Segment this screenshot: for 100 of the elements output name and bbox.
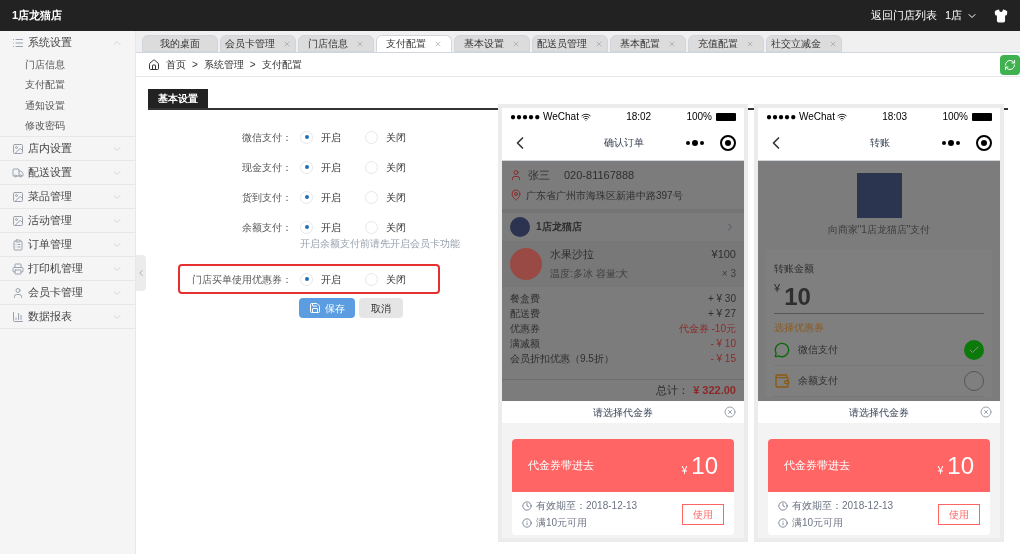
- currency-sign: ¥: [681, 463, 688, 478]
- refresh-button[interactable]: [1000, 54, 1020, 75]
- more-icon[interactable]: [686, 139, 704, 146]
- sheet-title: 请选择代金券: [593, 405, 653, 420]
- coupon-amount: 10: [947, 453, 974, 478]
- battery-label: 100%: [942, 110, 968, 124]
- store-dropdown[interactable]: 1店: [944, 7, 978, 24]
- fee-value: + ¥ 27: [707, 306, 736, 321]
- contact-phone: 020-81167888: [564, 168, 635, 183]
- info-icon: [778, 517, 788, 528]
- sidebar-group[interactable]: 菜品管理: [0, 185, 135, 208]
- radio-label: 关闭: [386, 130, 406, 145]
- setting-label: 货到支付：: [241, 190, 293, 205]
- validity-text: 有效期至：2018-12-13: [536, 499, 638, 513]
- fee-value: + ¥ 30: [707, 291, 736, 306]
- breadcrumb-separator: >: [249, 58, 256, 72]
- setting-label: 现金支付：: [241, 160, 293, 175]
- back-to-stores-link[interactable]: 返回门店列表: [870, 7, 937, 24]
- fee-label: 会员折扣优惠（9.5折）: [510, 351, 614, 366]
- radio-label: 关闭: [386, 272, 406, 287]
- group-label: 会员卡管理: [28, 285, 83, 301]
- breadcrumb-link[interactable]: 系统管理: [203, 57, 244, 72]
- coupon-name: 代金券带进去: [528, 458, 594, 474]
- payment-method-label: 余额支付: [798, 374, 838, 388]
- more-icon[interactable]: [942, 139, 960, 146]
- battery-icon: [716, 112, 736, 121]
- tab[interactable]: 配送员管理: [532, 35, 608, 52]
- breadcrumb-link[interactable]: 首页: [166, 57, 186, 72]
- tab[interactable]: 我的桌面: [142, 35, 218, 52]
- sidebar-group[interactable]: 系统设置: [0, 31, 135, 54]
- hint-text: 开启余额支付前请先开启会员卡功能: [300, 237, 460, 251]
- home-icon: [148, 58, 160, 71]
- sidebar-item[interactable]: 通知设置: [0, 95, 135, 116]
- collapse-handle[interactable]: [136, 255, 146, 291]
- radio-button[interactable]: [964, 339, 984, 360]
- sidebar-item[interactable]: 支付配置: [0, 74, 135, 95]
- setting-label: 门店买单使用优惠券：: [191, 272, 293, 287]
- group-label: 店内设置: [28, 141, 72, 157]
- nav-title: 转账: [870, 136, 890, 150]
- payment-method-label: 微信支付: [798, 343, 838, 357]
- sidebar-group[interactable]: 订单管理: [0, 233, 135, 256]
- group-label: 菜品管理: [28, 189, 72, 205]
- radio-label: 开启: [321, 160, 341, 175]
- item-name: 水果沙拉: [550, 246, 594, 262]
- tab[interactable]: 社交立减金: [766, 35, 842, 52]
- clock-icon: [522, 500, 532, 511]
- sidebar-group[interactable]: 数据报表: [0, 305, 135, 328]
- tab[interactable]: 门店信息: [298, 35, 374, 52]
- cancel-button[interactable]: 取消: [359, 298, 403, 319]
- group-label: 系统设置: [28, 35, 72, 51]
- sidebar-group[interactable]: 会员卡管理: [0, 281, 135, 304]
- sheet-title: 请选择代金券: [849, 405, 909, 420]
- coupon-amount: 10: [691, 453, 718, 478]
- battery-label: 100%: [686, 110, 712, 124]
- tab[interactable]: 基本设置: [454, 35, 530, 52]
- tab[interactable]: 基本配置: [610, 35, 686, 52]
- group-label: 配送设置: [28, 165, 72, 181]
- photo-placeholder: [510, 247, 542, 280]
- radio-label: 关闭: [386, 220, 406, 235]
- location-icon: [510, 189, 522, 201]
- item-price: ¥100: [711, 246, 736, 262]
- sidebar-group[interactable]: 配送设置: [0, 161, 135, 184]
- breadcrumb-link[interactable]: 支付配置: [261, 57, 302, 72]
- app-title: 1店龙猫店: [12, 8, 63, 24]
- wifi-icon: [836, 111, 847, 122]
- breadcrumb-separator: >: [192, 58, 198, 72]
- tab[interactable]: 会员卡管理: [220, 35, 296, 52]
- total-label: 总计：: [656, 383, 690, 399]
- info-icon: [522, 517, 532, 528]
- amount-label: 转账金额: [774, 262, 815, 276]
- radio-label: 关闭: [386, 160, 406, 175]
- fee-label: 餐盒费: [510, 291, 540, 306]
- sidebar-group[interactable]: 打印机管理: [0, 257, 135, 280]
- fee-label: 满减额: [510, 336, 540, 351]
- sidebar-group[interactable]: 店内设置: [0, 137, 135, 160]
- amount-value: 10: [784, 284, 811, 309]
- radio-label: 关闭: [386, 190, 406, 205]
- shop-name: 1店龙猫店: [536, 220, 582, 234]
- address-text: 广东省广州市海珠区新港中路397号: [526, 188, 683, 203]
- chevron-left-icon: [136, 268, 146, 278]
- person-icon: [510, 169, 522, 182]
- fee-value: - ¥ 15: [710, 351, 736, 366]
- radio-label: 开启: [321, 220, 341, 235]
- sidebar-item[interactable]: 修改密码: [0, 115, 135, 136]
- sidebar-item[interactable]: 门店信息: [0, 54, 135, 75]
- condition-text: 满10元可用: [536, 516, 588, 530]
- photo-placeholder: [856, 173, 902, 218]
- sidebar-group[interactable]: 活动管理: [0, 209, 135, 232]
- tab[interactable]: 充值配置: [688, 35, 764, 52]
- fee-label: 配送费: [510, 306, 540, 321]
- chat-icon: [774, 341, 790, 358]
- group-label: 活动管理: [28, 213, 72, 229]
- shirt-icon[interactable]: [994, 8, 1008, 23]
- clock-time: 18:03: [882, 110, 908, 124]
- fee-value: 代金券 -10元: [678, 321, 736, 336]
- tab[interactable]: 支付配置: [376, 35, 452, 52]
- group-label: 数据报表: [28, 309, 72, 325]
- group-label: 订单管理: [28, 237, 72, 253]
- currency-sign: ¥: [774, 281, 781, 296]
- total-amount: ¥ 322.00: [693, 383, 736, 399]
